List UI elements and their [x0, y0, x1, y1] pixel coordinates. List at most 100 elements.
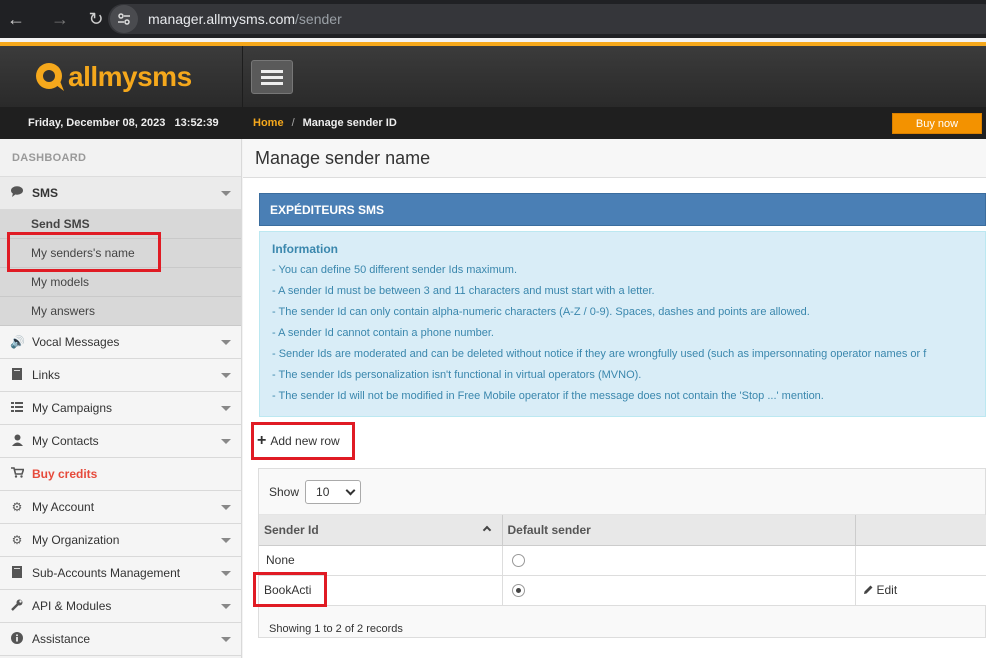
sidebar-item-label: Sub-Accounts Management — [32, 566, 181, 580]
gear-icon: ⚙ — [11, 500, 23, 514]
list-icon — [10, 401, 24, 415]
book-icon — [10, 367, 24, 383]
info-line: - You can define 50 different sender Ids… — [272, 264, 517, 276]
chat-bubble-icon — [10, 186, 24, 200]
page-size-control: Show 10 — [259, 469, 985, 515]
sort-ascending-icon — [482, 525, 491, 535]
info-line: - The sender Id can only contain alpha-n… — [272, 306, 810, 318]
chevron-down-icon — [221, 191, 231, 196]
wrench-icon — [10, 599, 24, 614]
sidebar-dashboard[interactable]: DASHBOARD — [0, 139, 241, 177]
browser-toolbar: ← → ↻ manager.allmysms.com/sender — [0, 0, 986, 38]
sidebar-item-campaigns[interactable]: My Campaigns — [0, 392, 241, 425]
info-line: - Sender Ids are moderated and can be de… — [272, 348, 927, 360]
table-row: None — [259, 545, 986, 576]
sidebar-item-sub-accounts[interactable]: Sub-Accounts Management — [0, 557, 241, 590]
table-header-row: Sender Id Default sender — [259, 515, 986, 546]
header-upper: allmysms — [0, 46, 986, 107]
sidebar-item-buy-credits[interactable]: Buy credits — [0, 458, 241, 491]
column-header-sender-id[interactable]: Sender Id — [259, 515, 503, 546]
sidebar-item-label: API & Modules — [32, 599, 112, 613]
sidebar-item-sms[interactable]: SMS — [0, 177, 241, 210]
sidebar-item-assistance[interactable]: Assistance — [0, 623, 241, 656]
logo[interactable]: allmysms — [0, 46, 242, 107]
chevron-down-icon — [221, 406, 231, 411]
address-bar[interactable]: manager.allmysms.com/sender — [108, 4, 986, 34]
sidebar-item-vocal-messages[interactable]: 🔊 Vocal Messages — [0, 326, 241, 359]
submenu-models[interactable]: My models — [0, 268, 241, 297]
sidebar-item-label: Buy credits — [32, 467, 98, 481]
info-line: - A sender Id must be between 3 and 11 c… — [272, 285, 655, 297]
sidebar-item-contacts[interactable]: My Contacts — [0, 425, 241, 458]
cart-icon — [10, 467, 25, 481]
breadcrumb-separator: / — [291, 117, 295, 129]
breadcrumb-current: Manage sender ID — [302, 117, 397, 129]
book-icon — [10, 565, 24, 581]
chevron-down-icon — [221, 604, 231, 609]
forward-arrow-icon[interactable]: → — [48, 7, 72, 31]
column-header-actions — [855, 515, 986, 546]
page-title-bar: Manage sender name — [243, 139, 986, 178]
highlight-senders-name — [7, 232, 161, 272]
default-sender-radio[interactable] — [511, 584, 525, 598]
column-header-default-sender[interactable]: Default sender — [502, 515, 856, 546]
submenu-answers[interactable]: My answers — [0, 297, 241, 326]
site-settings-icon[interactable] — [110, 5, 138, 33]
cell-actions: Edit — [855, 575, 986, 606]
sidebar-item-label: Assistance — [32, 632, 91, 646]
highlight-add-new-row — [251, 422, 355, 460]
chevron-down-icon — [221, 439, 231, 444]
sidebar-item-label: My Account — [32, 500, 95, 514]
show-label: Show — [269, 484, 300, 499]
chevron-down-icon — [221, 637, 231, 642]
cell-sender-id: None — [259, 545, 503, 576]
info-icon — [10, 631, 24, 647]
page-size-select[interactable]: 10 — [305, 479, 362, 504]
chevron-down-icon — [221, 373, 231, 378]
url-text: manager.allmysms.com/sender — [148, 11, 342, 27]
sidebar-item-label: Vocal Messages — [32, 335, 120, 349]
sidebar-item-account[interactable]: ⚙ My Account — [0, 491, 241, 524]
buy-now-button[interactable]: Buy now — [892, 113, 982, 134]
sidebar-item-label: SMS — [32, 186, 59, 200]
back-arrow-icon[interactable]: ← — [4, 7, 28, 31]
sidebar-item-organization[interactable]: ⚙ My Organization — [0, 524, 241, 557]
info-title: Information — [272, 242, 338, 256]
main-content: Manage sender name EXPÉDITEURS SMS Infor… — [243, 139, 986, 658]
app-header: allmysms Friday, December 08, 2023 13:52… — [0, 46, 986, 139]
hamburger-menu-button[interactable] — [251, 60, 293, 94]
panel-header: EXPÉDITEURS SMS — [259, 193, 986, 226]
senders-table: Sender Id Default sender None BookActi E… — [259, 515, 986, 606]
sidebar-item-label: My Campaigns — [32, 401, 113, 415]
user-icon — [10, 434, 24, 449]
page-size-value: 10 — [316, 484, 330, 499]
sidebar-item-links[interactable]: Links — [0, 359, 241, 392]
chevron-down-icon — [345, 485, 356, 495]
breadcrumb-home[interactable]: Home — [253, 117, 284, 129]
sidebar-item-label: Links — [32, 368, 61, 382]
cell-default-sender — [502, 575, 856, 606]
sidebar-item-label: My Contacts — [32, 434, 99, 448]
reload-icon[interactable]: ↻ — [84, 7, 108, 31]
sidebar-item-label: My Organization — [32, 533, 120, 547]
chevron-down-icon — [221, 571, 231, 576]
edit-button[interactable]: Edit — [863, 583, 897, 597]
default-sender-radio[interactable] — [511, 554, 525, 568]
header-separator — [242, 46, 243, 107]
page-title: Manage sender name — [255, 147, 431, 168]
column-label: Default sender — [507, 522, 591, 537]
column-label: Sender Id — [264, 522, 319, 537]
hamburger-line — [261, 69, 283, 73]
information-box: Information - You can define 50 differen… — [259, 231, 986, 417]
url-path: /sender — [295, 11, 342, 27]
senders-table-panel: Show 10 Sender Id Default sender None Bo… — [258, 468, 986, 638]
current-datetime: Friday, December 08, 2023 13:52:39 — [28, 117, 219, 129]
cell-actions — [855, 545, 986, 576]
hamburger-line — [261, 75, 283, 79]
sidebar-item-api-modules[interactable]: API & Modules — [0, 590, 241, 623]
highlight-bookacti — [253, 572, 327, 607]
url-host: manager.allmysms.com — [148, 11, 296, 27]
chevron-down-icon — [221, 538, 231, 543]
logo-mark-icon — [34, 61, 66, 93]
gear-icon: ⚙ — [11, 533, 23, 547]
